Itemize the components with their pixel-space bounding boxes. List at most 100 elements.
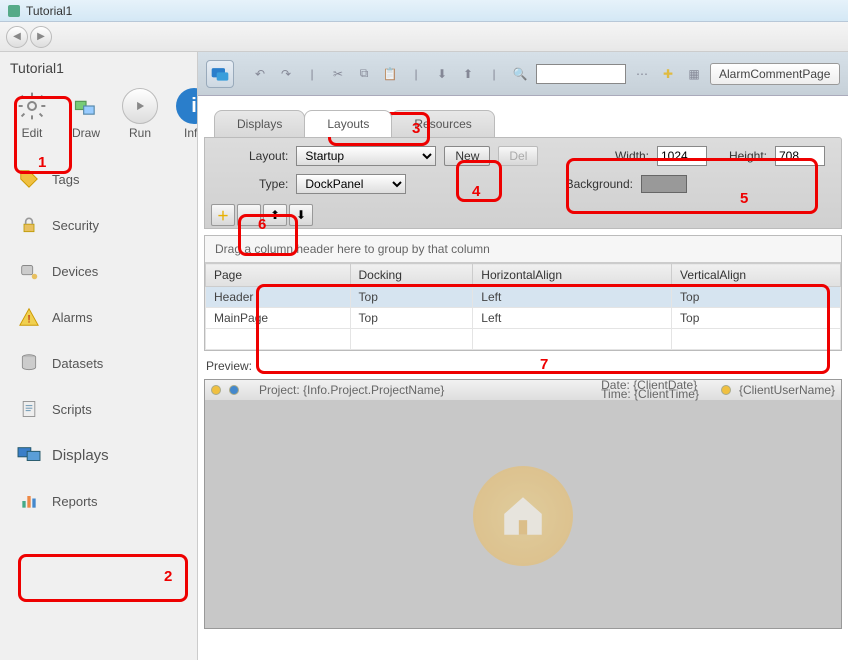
mode-edit-label: Edit [22, 126, 43, 140]
layouts-panel: Layout: Startup New Del Width: Height: T… [204, 137, 842, 229]
sidebar-item-label: Tags [52, 172, 79, 187]
mode-run-label: Run [129, 126, 151, 140]
sidebar-item-alarms[interactable]: ! Alarms [8, 294, 189, 340]
title-bar: Tutorial1 [0, 0, 848, 22]
import-icon[interactable]: ⬇ [432, 64, 452, 84]
content-toolbar: ↶ ↷ | ✂ ⧉ 📋 | ⬇ ⬆ | 🔍 ⋯ ✚ ▦ AlarmComment… [198, 52, 848, 96]
alarm-comment-button[interactable]: AlarmCommentPage [710, 63, 840, 85]
height-label: Height: [729, 149, 767, 163]
lock-icon [16, 212, 42, 238]
layout-label: Layout: [249, 149, 288, 163]
sidebar-item-label: Reports [52, 494, 98, 509]
sidebar-item-label: Security [52, 218, 99, 233]
circle-icon [211, 385, 221, 395]
info-icon: i [176, 88, 198, 124]
copy-icon[interactable]: ⧉ [354, 64, 374, 84]
table-row[interactable]: MainPage Top Left Top [206, 308, 841, 329]
preview-project: Project: {Info.Project.ProjectName} [259, 383, 444, 397]
undo-icon[interactable]: ↶ [250, 64, 270, 84]
tab-resources[interactable]: Resources [391, 110, 494, 137]
add-row-button[interactable]: ＋ [211, 204, 235, 226]
svg-text:!: ! [27, 314, 30, 326]
sidebar-item-label: Displays [52, 447, 109, 464]
circle-icon [229, 385, 239, 395]
sidebar-item-datasets[interactable]: Datasets [8, 340, 189, 386]
draw-icon [68, 88, 104, 124]
script-icon [16, 396, 42, 422]
mode-draw[interactable]: Draw [68, 88, 104, 140]
sep-icon: | [484, 64, 504, 84]
width-input[interactable] [657, 146, 707, 166]
cell-page: MainPage [206, 308, 351, 329]
width-label: Width: [615, 149, 649, 163]
layout-grid: Drag a column header here to group by th… [204, 235, 842, 351]
sidebar-item-devices[interactable]: Devices [8, 248, 189, 294]
sidebar-item-tags[interactable]: Tags [8, 156, 189, 202]
height-input[interactable] [775, 146, 825, 166]
find-icon[interactable]: 🔍 [510, 64, 530, 84]
move-up-button[interactable]: ⬆ [263, 204, 287, 226]
col-halign[interactable]: HorizontalAlign [473, 264, 672, 287]
table-row[interactable] [206, 329, 841, 350]
preview-time: Time: {ClientTime} [601, 390, 699, 399]
app-icon [8, 5, 20, 17]
home-icon [473, 466, 573, 566]
sidebar-item-label: Devices [52, 264, 98, 279]
export-icon[interactable]: ⬆ [458, 64, 478, 84]
app-logo-icon[interactable] [206, 60, 234, 88]
mode-info-label: Info [184, 126, 198, 140]
move-down-button[interactable]: ⬇ [289, 204, 313, 226]
cell-docking: Top [350, 308, 473, 329]
sidebar-item-label: Scripts [52, 402, 92, 417]
remove-row-button[interactable]: － [237, 204, 261, 226]
background-swatch[interactable] [641, 175, 687, 193]
table-row[interactable]: Header Top Left Top [206, 287, 841, 308]
mode-info[interactable]: i Info [176, 88, 198, 140]
tab-layouts[interactable]: Layouts [304, 110, 392, 137]
play-icon [122, 88, 158, 124]
sep-icon: | [406, 64, 426, 84]
new-button[interactable]: New [444, 146, 490, 166]
tab-displays[interactable]: Displays [214, 110, 305, 137]
mode-run[interactable]: Run [122, 88, 158, 140]
search-input[interactable] [536, 64, 626, 84]
cell-halign: Left [473, 287, 672, 308]
group-hint: Drag a column header here to group by th… [205, 236, 841, 263]
gear-icon [14, 88, 50, 124]
type-select[interactable]: DockPanel [296, 174, 406, 194]
preview-pane: Project: {Info.Project.ProjectName} Date… [204, 379, 842, 629]
sidebar-item-displays[interactable]: Displays [8, 432, 189, 478]
redo-icon[interactable]: ↷ [276, 64, 296, 84]
mode-edit[interactable]: Edit [14, 88, 50, 140]
options-icon[interactable]: ⋯ [632, 64, 652, 84]
preview-label: Preview: [198, 355, 848, 377]
col-valign[interactable]: VerticalAlign [672, 264, 841, 287]
new-page-icon[interactable]: ✚ [658, 64, 678, 84]
paste-icon[interactable]: 📋 [380, 64, 400, 84]
layout-icon[interactable]: ▦ [684, 64, 704, 84]
layout-select[interactable]: Startup [296, 146, 436, 166]
database-icon [16, 350, 42, 376]
preview-user: {ClientUserName} [739, 383, 835, 397]
cut-icon[interactable]: ✂ [328, 64, 348, 84]
tab-bar: Displays Layouts Resources [214, 110, 848, 137]
warning-icon: ! [16, 304, 42, 330]
project-title: Tutorial1 [0, 52, 197, 84]
sidebar-item-label: Datasets [52, 356, 103, 371]
monitor-icon [16, 442, 42, 468]
content-area: ↶ ↷ | ✂ ⧉ 📋 | ⬇ ⬆ | 🔍 ⋯ ✚ ▦ AlarmComment… [198, 52, 848, 660]
cell-halign: Left [473, 308, 672, 329]
del-button[interactable]: Del [498, 146, 538, 166]
cell-valign: Top [672, 287, 841, 308]
sidebar-item-security[interactable]: Security [8, 202, 189, 248]
user-icon [721, 385, 731, 395]
forward-button[interactable]: ▶ [30, 26, 52, 48]
col-docking[interactable]: Docking [350, 264, 473, 287]
sidebar-item-reports[interactable]: Reports [8, 478, 189, 524]
back-button[interactable]: ◀ [6, 26, 28, 48]
cell-valign: Top [672, 308, 841, 329]
sidebar-item-label: Alarms [52, 310, 92, 325]
window-title: Tutorial1 [26, 4, 72, 18]
sidebar-item-scripts[interactable]: Scripts [8, 386, 189, 432]
col-page[interactable]: Page [206, 264, 351, 287]
